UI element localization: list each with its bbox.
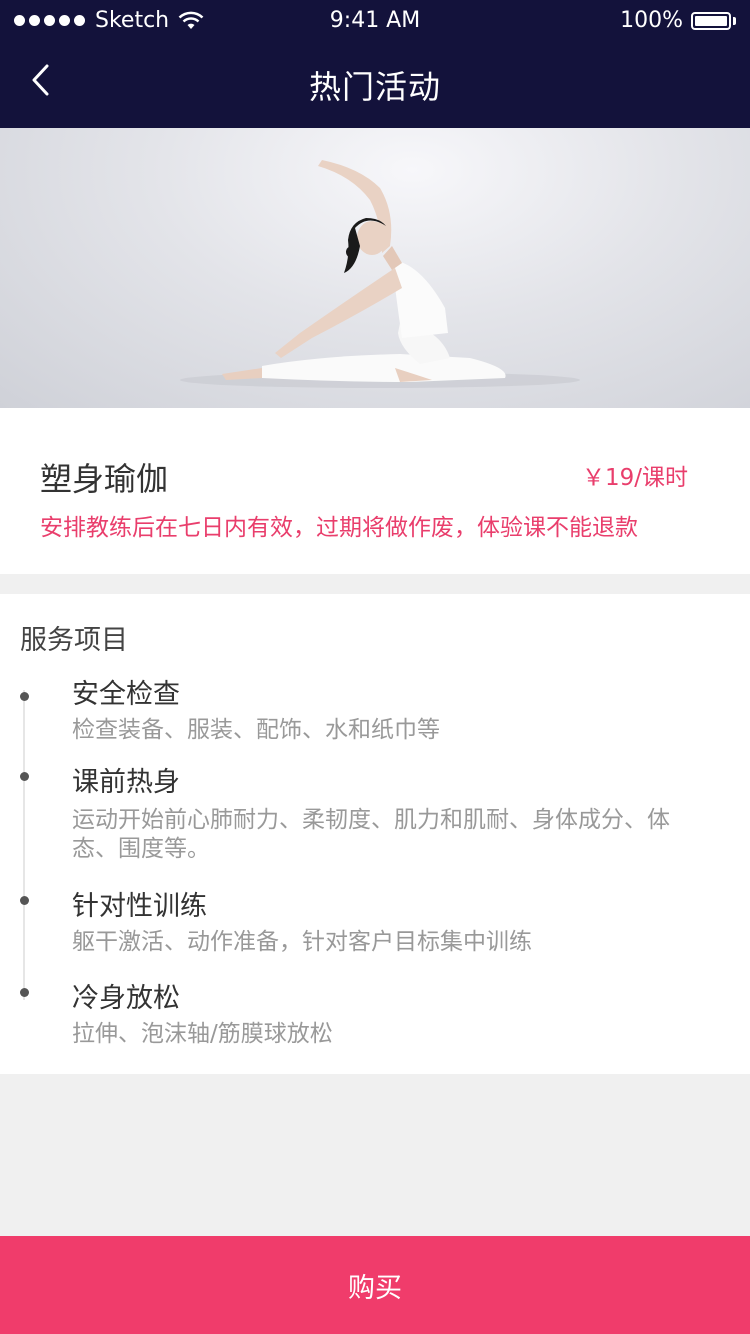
service-item-name: 针对性训练 — [72, 891, 207, 922]
service-item-desc: 检查装备、服装、配饰、水和纸巾等 — [72, 717, 440, 743]
service-item-name: 课前热身 — [72, 767, 180, 798]
services-title: 服务项目 — [20, 625, 128, 656]
bullet-icon — [20, 988, 29, 997]
status-bar: Sketch 9:41 AM 100% — [0, 0, 750, 40]
services-card: 服务项目 安全检查 检查装备、服装、配饰、水和纸巾等 课前热身 运动开始前心肺耐… — [0, 594, 750, 1074]
bullet-icon — [20, 772, 29, 781]
top-bar: Sketch 9:41 AM 100% 热门活动 — [0, 0, 750, 128]
course-summary-card: 塑身瑜伽 ￥19/课时 安排教练后在七日内有效，过期将做作废，体验课不能退款 — [0, 408, 750, 574]
battery-tip — [733, 16, 736, 25]
course-name: 塑身瑜伽 — [40, 460, 169, 498]
battery-icon — [691, 11, 731, 30]
page-title: 热门活动 — [308, 68, 441, 106]
service-item-name: 安全检查 — [72, 679, 180, 710]
status-right: 100% — [620, 8, 736, 33]
timeline-line — [23, 690, 25, 1000]
service-item-name: 冷身放松 — [72, 983, 180, 1014]
service-item-desc: 运动开始前心肺耐力、柔韧度、肌力和肌耐、身体成分、体态、围度等。 — [72, 807, 670, 862]
battery-percent: 100% — [620, 8, 683, 33]
course-price: ￥19/课时 — [581, 465, 688, 491]
bullet-icon — [20, 896, 29, 905]
service-item-desc: 拉伸、泡沫轴/筋膜球放松 — [72, 1021, 333, 1047]
buy-button[interactable]: 购买 — [0, 1236, 750, 1334]
course-notice: 安排教练后在七日内有效，过期将做作废，体验课不能退款 — [40, 515, 638, 541]
bullet-icon — [20, 692, 29, 701]
service-item-desc: 躯干激活、动作准备，针对客户目标集中训练 — [72, 929, 532, 955]
yoga-pose-illustration — [180, 160, 580, 388]
hero-image — [0, 128, 750, 408]
